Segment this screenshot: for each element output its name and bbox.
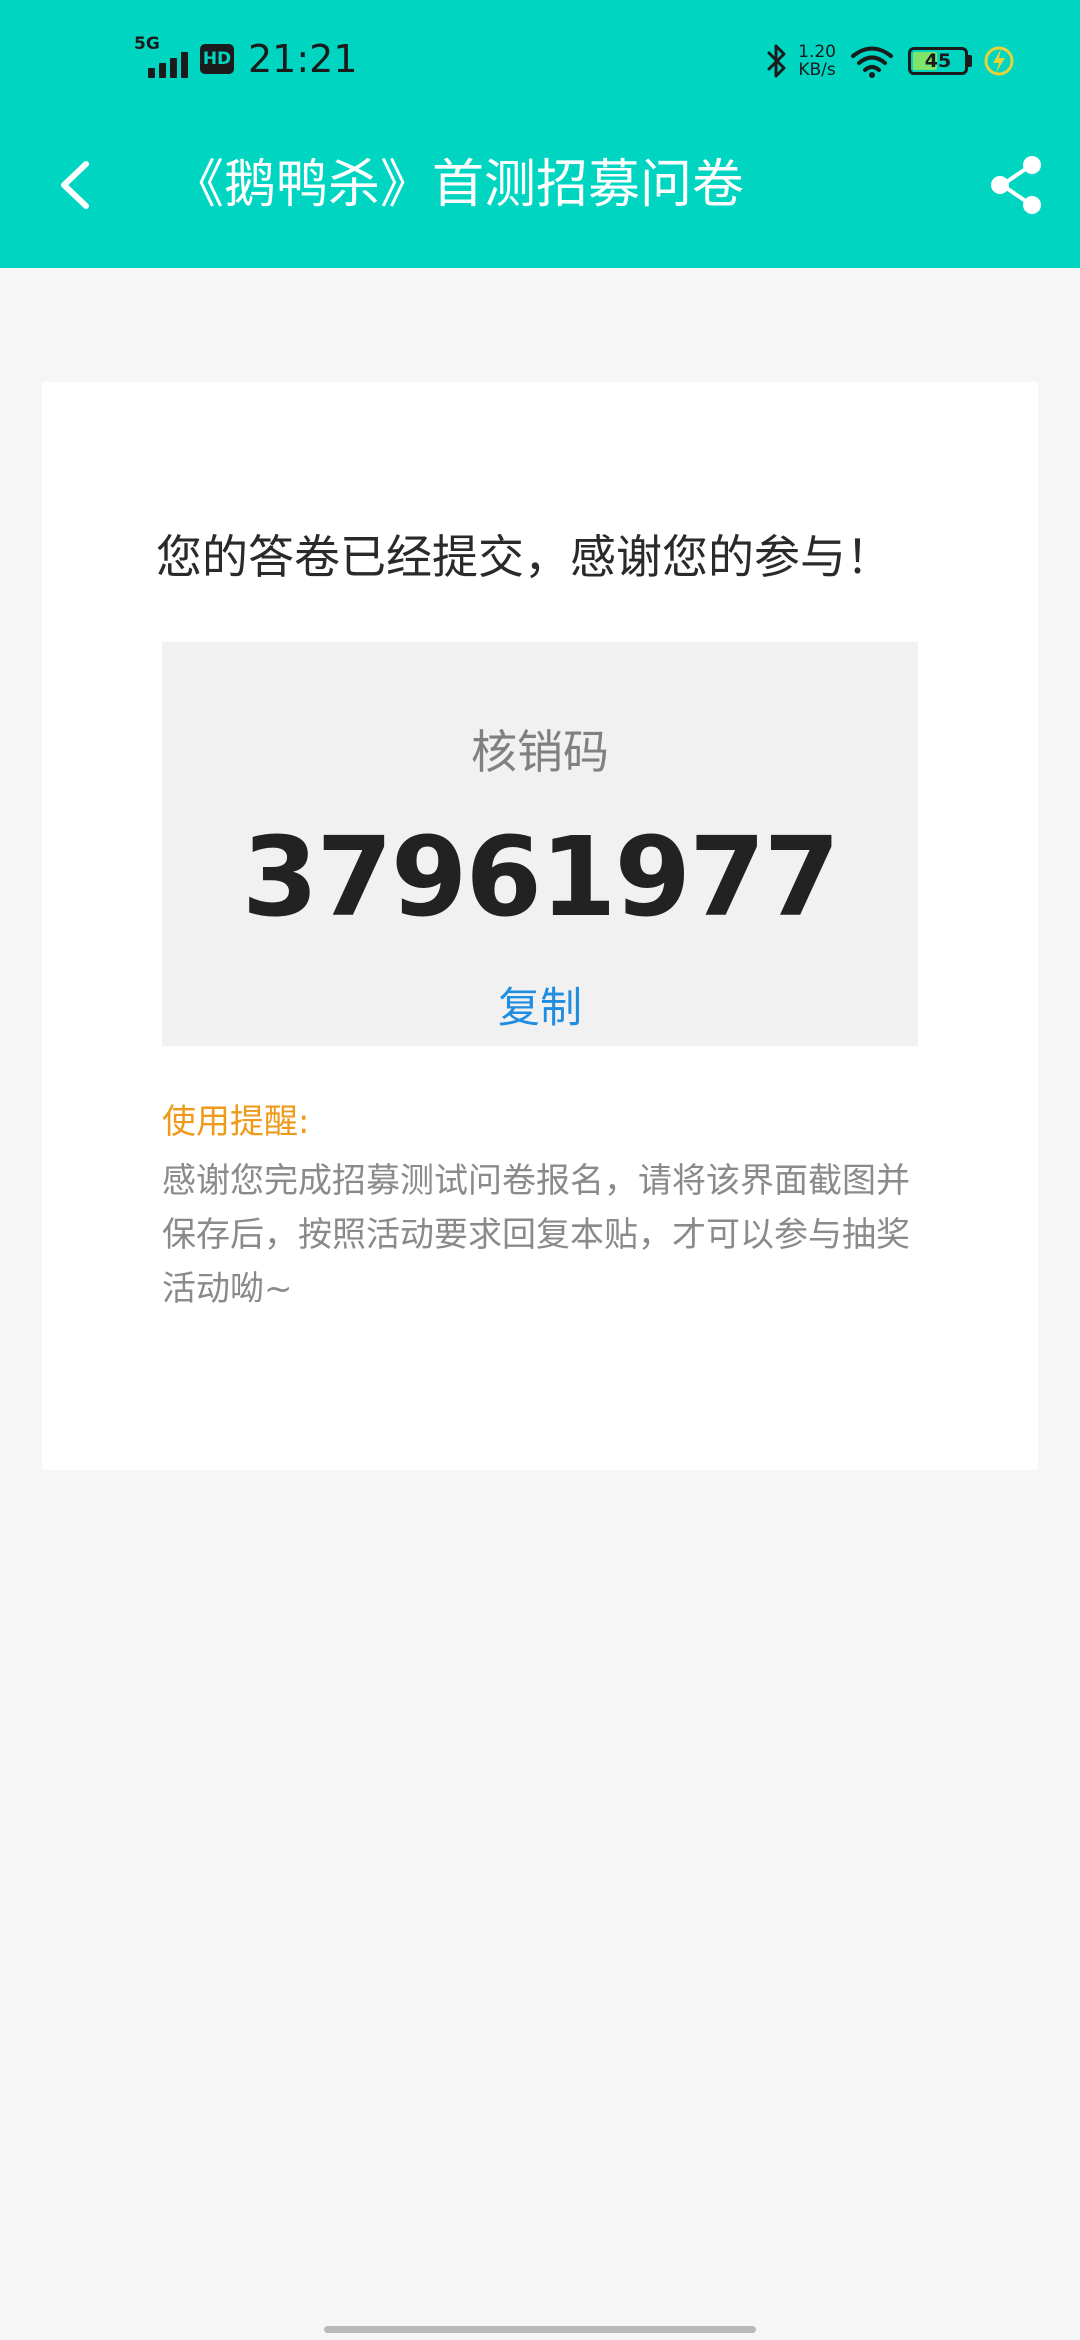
- status-bar: 5G HD 21:21 1.20 KB/s 45: [0, 0, 1080, 120]
- charging-bolt-icon: [984, 46, 1014, 76]
- battery-tip: [968, 55, 972, 67]
- status-time: 21:21: [248, 37, 358, 81]
- result-card: 您的答卷已经提交，感谢您的参与！ 核销码 37961977 复制 使用提醒: 感…: [42, 382, 1038, 1470]
- app-header: 5G HD 21:21 1.20 KB/s 45 《鹅鸭杀》首测招募问卷: [0, 0, 1080, 268]
- usage-tip-body: 感谢您完成招募测试问卷报名，请将该界面截图并保存后，按照活动要求回复本贴，才可以…: [162, 1161, 910, 1309]
- battery-icon: 45: [908, 47, 968, 75]
- wifi-icon: [851, 46, 893, 78]
- redeem-code-box: 核销码 37961977 复制: [162, 642, 918, 1046]
- redeem-code-label: 核销码: [471, 725, 609, 779]
- back-arrow-icon[interactable]: [48, 152, 108, 218]
- network-type: 5G: [134, 34, 160, 54]
- page-title: 《鹅鸭杀》首测招募问卷: [172, 155, 745, 215]
- bluetooth-icon: [767, 44, 786, 78]
- navigation-bar: 《鹅鸭杀》首测招募问卷: [0, 130, 1080, 240]
- share-icon[interactable]: [982, 150, 1052, 220]
- network-speed: 1.20 KB/s: [798, 43, 836, 79]
- status-left: 5G HD 21:21: [134, 34, 358, 84]
- home-indicator[interactable]: [324, 2326, 756, 2333]
- hd-badge: HD: [200, 44, 234, 74]
- submission-thanks: 您的答卷已经提交，感谢您的参与！: [156, 530, 892, 584]
- usage-tip-title: 使用提醒:: [162, 1102, 310, 1142]
- battery-level: 45: [924, 49, 952, 72]
- status-right: 1.20 KB/s 45: [766, 36, 1014, 86]
- cellular-signal-icon: 5G: [134, 34, 192, 84]
- redeem-code-value: 37961977: [241, 813, 840, 941]
- network-speed-value: 1.20: [798, 42, 836, 62]
- network-speed-unit: KB/s: [798, 60, 836, 80]
- copy-button[interactable]: 复制: [162, 978, 918, 1038]
